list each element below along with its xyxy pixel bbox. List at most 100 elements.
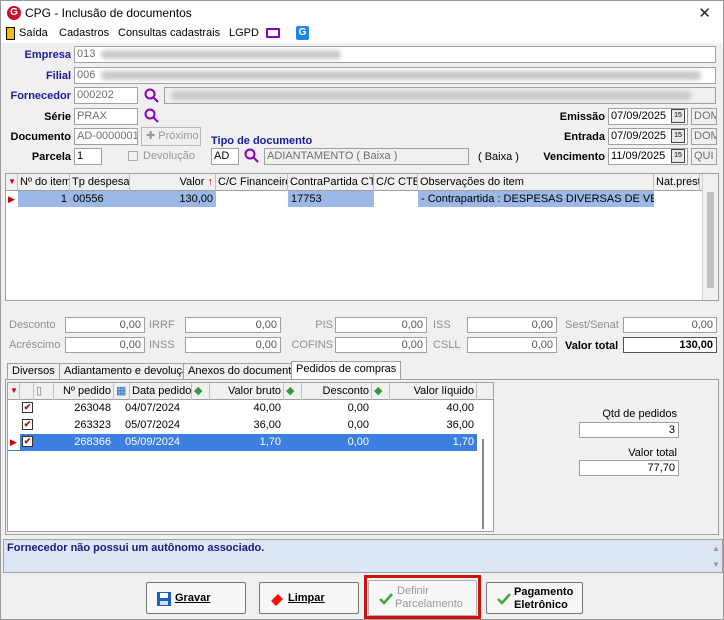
empresa-redacted bbox=[101, 50, 341, 59]
money-icon-2: ◆ bbox=[284, 383, 302, 400]
entrada-calendar-icon[interactable]: 15 bbox=[671, 129, 685, 143]
row-checkbox[interactable]: ✔ bbox=[22, 402, 33, 413]
entrada-label: Entrada bbox=[564, 131, 605, 143]
desconto-field[interactable]: 0,00 bbox=[65, 317, 145, 333]
definir-parcelamento-button[interactable]: Definir Parcelamento bbox=[368, 580, 477, 616]
table-row[interactable]: ▶ 1 00556 130,00 17753 - Contrapartida :… bbox=[6, 191, 700, 208]
pis-label: PIS bbox=[315, 319, 333, 331]
cell-item: 1 bbox=[18, 191, 70, 207]
proximo-button[interactable]: ✚ Próximo bbox=[141, 127, 201, 146]
calendar-icon: ▦ bbox=[114, 383, 130, 400]
iss-field[interactable]: 0,00 bbox=[467, 317, 557, 333]
status-scroll-down[interactable]: ▼ bbox=[712, 560, 720, 569]
row-pointer-icon: ▶ bbox=[8, 434, 20, 450]
row-checkbox[interactable]: ✔ bbox=[22, 436, 33, 447]
pagamento-eletronico-button[interactable]: Pagamento Eletrônico bbox=[486, 582, 583, 614]
tipo-doc-code[interactable]: AD bbox=[211, 148, 239, 165]
col-nitem[interactable]: Nº do item bbox=[18, 174, 70, 191]
pedidos-col-data[interactable]: Data pedido bbox=[130, 383, 192, 400]
cell-contra: 17753 bbox=[288, 191, 374, 207]
limpar-button[interactable]: Limpar bbox=[259, 582, 359, 614]
tab-anexos[interactable]: Anexos do documento bbox=[183, 363, 303, 379]
irrf-label: IRRF bbox=[149, 319, 175, 331]
gravar-button[interactable]: Gravar bbox=[146, 582, 246, 614]
cofins-field[interactable]: 0,00 bbox=[335, 337, 427, 353]
inss-field[interactable]: 0,00 bbox=[185, 337, 281, 353]
cell-bruto: 40,00 bbox=[253, 402, 281, 414]
pedidos-col-desc[interactable]: Desconto bbox=[302, 383, 372, 400]
sest-label: Sest/Senat bbox=[565, 319, 619, 331]
devolucao-checkbox[interactable] bbox=[128, 151, 138, 161]
items-scrollbar[interactable] bbox=[702, 174, 718, 300]
serie-search-icon[interactable] bbox=[144, 108, 160, 124]
checkmark-icon bbox=[497, 593, 511, 605]
cell-desc: 0,00 bbox=[347, 436, 369, 448]
desconto-label: Desconto bbox=[9, 319, 56, 331]
col-ccctb[interactable]: C/C CTB bbox=[374, 174, 418, 191]
document-icon: ▯ bbox=[34, 383, 54, 400]
pedidos-col-bruto[interactable]: Valor bruto bbox=[210, 383, 284, 400]
row-pointer-icon: ▶ bbox=[8, 194, 15, 204]
plus-icon: ✚ bbox=[146, 130, 159, 142]
cell-data: 05/09/2024 bbox=[125, 436, 181, 448]
cell-data: 04/07/2024 bbox=[125, 402, 181, 414]
monitor-icon[interactable] bbox=[266, 28, 280, 38]
pedidos-col-num[interactable]: Nº pedido bbox=[54, 383, 114, 400]
checkmark-icon bbox=[379, 593, 393, 605]
close-button[interactable]: ✕ bbox=[698, 4, 711, 22]
menu-cadastros[interactable]: Cadastros bbox=[59, 27, 109, 39]
sort-indicator-icon: ↑ bbox=[207, 176, 214, 188]
tab-pedidos[interactable]: Pedidos de compras bbox=[291, 361, 402, 379]
serie-field[interactable]: PRAX bbox=[74, 108, 138, 125]
devolucao-label: Devolução bbox=[143, 150, 195, 162]
acrescimo-field[interactable]: 0,00 bbox=[65, 337, 145, 353]
col-tpdespesa[interactable]: Tp despesa bbox=[70, 174, 130, 191]
qtd-pedidos-label: Qtd de pedidos bbox=[602, 408, 677, 420]
col-contrapartida[interactable]: ContraPartida CTB bbox=[288, 174, 374, 191]
cell-valor: 130,00 bbox=[130, 191, 216, 207]
parcela-field[interactable]: 1 bbox=[74, 148, 102, 165]
scroll-thumb[interactable] bbox=[707, 192, 714, 288]
pedidos-scrollbar[interactable] bbox=[482, 439, 484, 529]
col-ccfin[interactable]: C/C Financeiro bbox=[216, 174, 288, 191]
pedidos-col-liquido[interactable]: Valor líquido bbox=[390, 383, 477, 400]
col-nat[interactable]: Nat.prest. bbox=[654, 174, 700, 191]
pedidos-grid[interactable]: ▼ ▯ Nº pedido ▦ Data pedido ◆ Valor brut… bbox=[7, 382, 494, 532]
fornecedor-label: Fornecedor bbox=[10, 90, 71, 102]
cell-num: 268366 bbox=[74, 436, 111, 448]
emissao-label: Emissão bbox=[559, 111, 605, 123]
vencimento-calendar-icon[interactable]: 15 bbox=[671, 149, 685, 163]
fornecedor-search-icon[interactable] bbox=[144, 88, 160, 104]
documento-field[interactable]: AD-0000001 bbox=[74, 128, 138, 145]
tab-adiantamento[interactable]: Adiantamento e devolução bbox=[59, 363, 200, 379]
irrf-field[interactable]: 0,00 bbox=[185, 317, 281, 333]
fornecedor-field[interactable]: 000202 bbox=[74, 87, 138, 104]
pedidos-sort-icon: ▼ bbox=[8, 383, 20, 400]
row-checkbox[interactable]: ✔ bbox=[22, 419, 33, 430]
tab-diversos[interactable]: Diversos bbox=[7, 363, 60, 379]
col-valor[interactable]: Valor ↑ bbox=[130, 174, 216, 191]
items-grid[interactable]: ▼ Nº do item Tp despesa Valor ↑ C/C Fina… bbox=[5, 173, 719, 301]
money-icon-3: ◆ bbox=[372, 383, 390, 400]
cell-liquido: 40,00 bbox=[446, 402, 474, 414]
g-app-icon[interactable]: G bbox=[296, 26, 309, 40]
sest-field[interactable]: 0,00 bbox=[623, 317, 717, 333]
cell-desc: 0,00 bbox=[347, 402, 369, 414]
csll-field[interactable]: 0,00 bbox=[467, 337, 557, 353]
status-scroll-up[interactable]: ▲ bbox=[712, 544, 720, 553]
menu-saida[interactable]: Saída bbox=[19, 27, 48, 39]
menu-lgpd[interactable]: LGPD bbox=[229, 27, 259, 39]
documento-label: Documento bbox=[10, 131, 72, 143]
tipo-doc-search-icon[interactable] bbox=[244, 148, 260, 164]
col-obs[interactable]: Observações do item bbox=[418, 174, 654, 191]
table-row[interactable]: ✔ 263048 04/07/2024 40,00 0,00 40,00 bbox=[8, 400, 477, 417]
tipo-doc-label: Tipo de documento bbox=[211, 135, 313, 147]
definir-label-1: Definir bbox=[397, 585, 429, 597]
table-row[interactable]: ✔ 263323 05/07/2024 36,00 0,00 36,00 bbox=[8, 417, 477, 434]
pis-field[interactable]: 0,00 bbox=[335, 317, 427, 333]
pedidos-total-field: 77,70 bbox=[579, 460, 679, 476]
menu-consultas[interactable]: Consultas cadastrais bbox=[118, 27, 220, 39]
emissao-calendar-icon[interactable]: 15 bbox=[671, 109, 685, 123]
cell-liquido: 1,70 bbox=[452, 436, 474, 448]
table-row[interactable]: ▶ ✔ 268366 05/09/2024 1,70 0,00 1,70 bbox=[8, 434, 477, 451]
